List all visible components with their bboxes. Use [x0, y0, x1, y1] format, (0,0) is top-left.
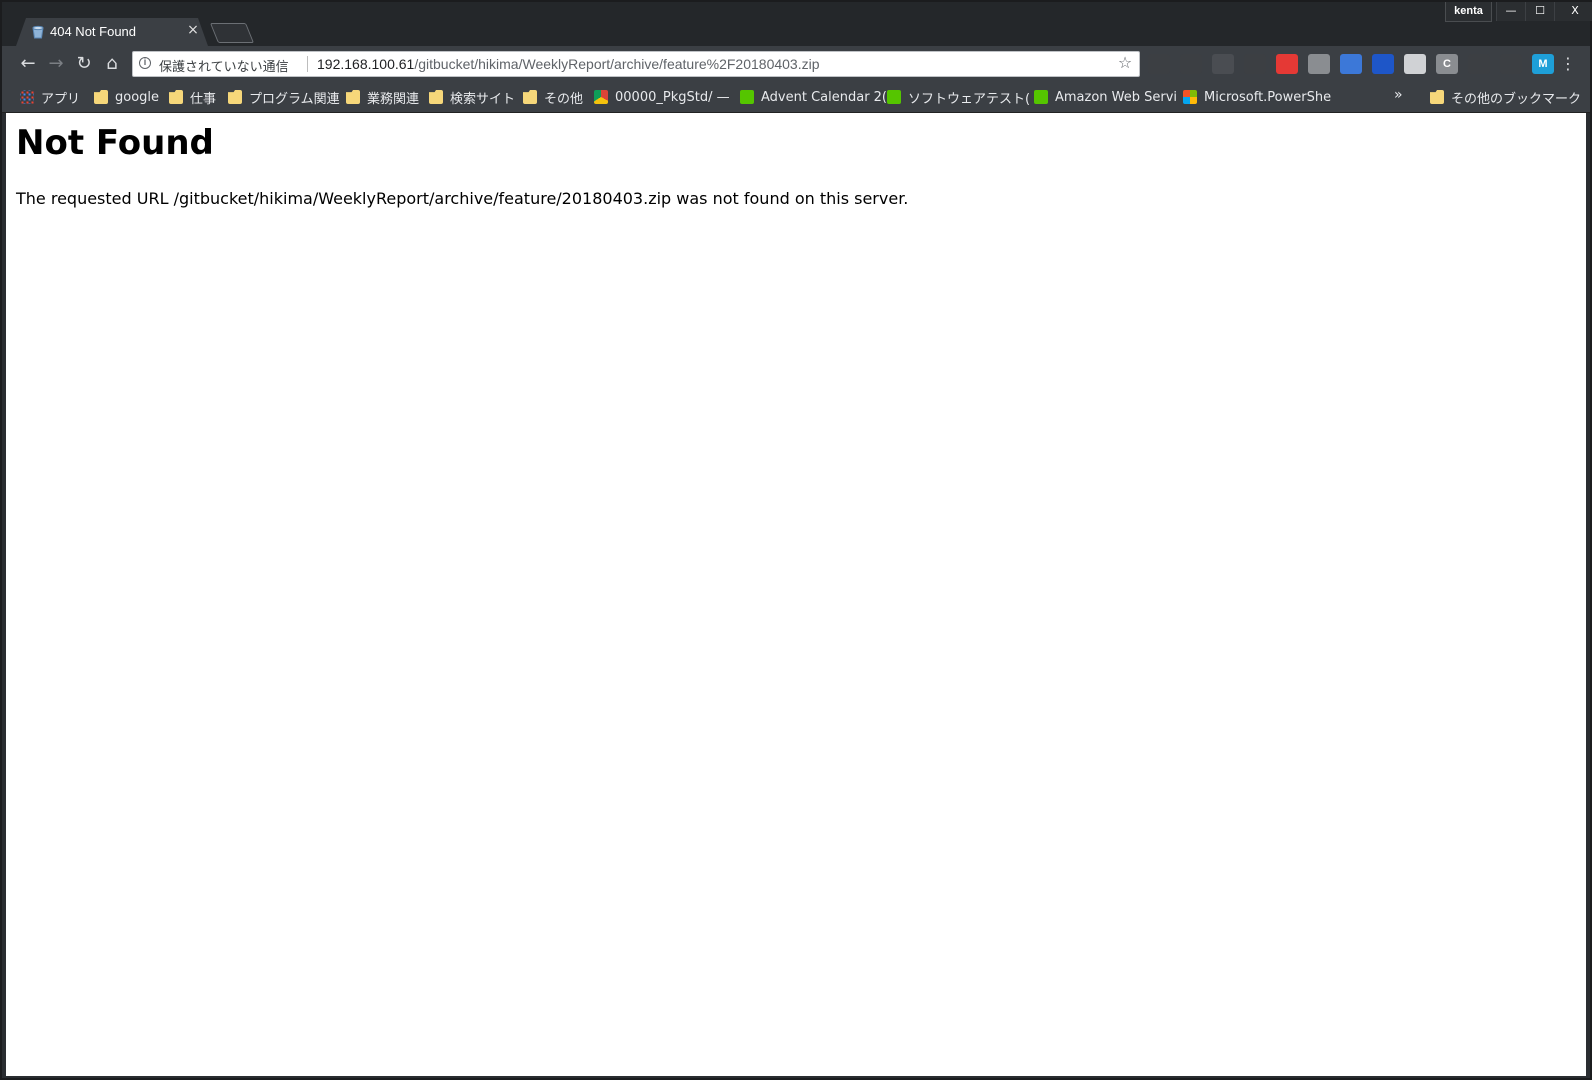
ext-13-icon[interactable]: M — [1532, 54, 1554, 74]
bookmark-item[interactable]: ソフトウェアテスト( — [887, 87, 1030, 107]
bookmark-item[interactable]: その他 — [523, 87, 583, 107]
info-icon[interactable]: i — [139, 57, 151, 69]
bookmark-label: ソフトウェアテスト( — [908, 91, 1031, 107]
ext-8-icon[interactable] — [1372, 54, 1394, 74]
window-controls: — ☐ X — [1496, 2, 1592, 21]
bookmark-label: Amazon Web Servi — [1055, 89, 1178, 105]
bookmarks-bar: » その他のブックマーク アプリ google 仕事 プログラム関連 業務関連 検索サイト… — [2, 82, 1590, 113]
page-heading: Not Found — [16, 123, 214, 163]
profile-button[interactable]: kenta — [1445, 2, 1492, 22]
back-icon[interactable]: ← — [16, 52, 40, 76]
url-text[interactable]: 192.168.100.61/gitbucket/hikima/WeeklyRe… — [317, 56, 820, 72]
bookmark-item[interactable]: プログラム関連 — [228, 87, 340, 107]
page-content: Not Found The requested URL /gitbucket/h… — [6, 113, 1586, 1076]
tab-close-icon[interactable]: × — [184, 21, 202, 39]
bookmark-label: その他のブックマーク — [1451, 91, 1582, 107]
folder-icon — [346, 90, 360, 104]
menu-icon[interactable]: ⋮ — [1560, 52, 1576, 76]
qiita-icon — [887, 90, 901, 104]
bookmark-label: その他 — [544, 91, 584, 107]
url-host: 192.168.100.61 — [317, 56, 415, 72]
folder-icon — [429, 90, 443, 104]
bookmark-item[interactable]: Amazon Web Servi — [1034, 87, 1177, 107]
bookmarks-overflow-icon[interactable]: » — [1394, 87, 1403, 103]
ext-11-icon[interactable] — [1468, 54, 1490, 74]
folder-icon — [169, 90, 183, 104]
ext-5-icon[interactable] — [1276, 54, 1298, 74]
security-status: 保護されていない通信 — [159, 60, 289, 75]
other-bookmarks-folder[interactable]: その他のブックマーク — [1430, 87, 1581, 107]
ext-2-icon[interactable] — [1180, 54, 1202, 74]
bookmark-item[interactable]: 仕事 — [169, 87, 216, 107]
bookmark-label: google — [115, 89, 160, 105]
new-tab-button[interactable] — [209, 23, 255, 43]
bookmark-label: Microsoft.PowerShe — [1204, 89, 1332, 105]
url-path: /gitbucket/hikima/WeeklyReport/archive/f… — [414, 56, 820, 72]
bookmark-item[interactable]: アプリ — [20, 87, 80, 107]
bookmark-item[interactable]: 検索サイト — [429, 87, 515, 107]
bookmark-item[interactable]: google — [94, 87, 159, 107]
ext-1-icon[interactable] — [1148, 54, 1170, 74]
minimize-button[interactable]: — — [1496, 2, 1525, 21]
ext-6-icon[interactable] — [1308, 54, 1330, 74]
microsoft-icon — [1183, 90, 1197, 104]
bookmark-star-icon[interactable]: ☆ — [1115, 53, 1135, 73]
reload-icon[interactable]: ↻ — [72, 52, 96, 76]
bookmark-item[interactable]: Microsoft.PowerShe — [1183, 87, 1331, 107]
ext-12-icon[interactable] — [1500, 54, 1522, 74]
folder-icon — [1430, 90, 1444, 104]
bookmark-label: 00000_PkgStd/ — — [615, 89, 730, 105]
folder-icon — [523, 90, 537, 104]
qiita-icon — [740, 90, 754, 104]
chrome-icon — [594, 90, 608, 104]
error-message: The requested URL /gitbucket/hikima/Week… — [16, 189, 909, 208]
bookmark-label: 仕事 — [190, 91, 217, 107]
apps-grid-icon — [20, 90, 34, 104]
bookmark-item[interactable]: 業務関連 — [346, 87, 419, 107]
bookmark-label: 検索サイト — [450, 91, 516, 107]
bookmark-item[interactable]: Advent Calendar 2( — [740, 87, 887, 107]
close-window-button[interactable]: X — [1554, 2, 1592, 21]
bookmark-label: プログラム関連 — [249, 91, 340, 107]
gitbucket-icon — [30, 24, 46, 40]
ext-7-icon[interactable] — [1340, 54, 1362, 74]
toolbar: ← → ↻ ⌂ i 保護されていない通信 192.168.100.61/gitb… — [2, 46, 1590, 82]
folder-icon — [94, 90, 108, 104]
bookmark-label: Advent Calendar 2( — [761, 89, 888, 105]
extensions-area: CM — [1148, 54, 1554, 74]
ext-10-icon[interactable]: C — [1436, 54, 1458, 74]
forward-icon[interactable]: → — [44, 52, 68, 76]
maximize-button[interactable]: ☐ — [1525, 2, 1554, 21]
tab-title: 404 Not Found — [50, 24, 137, 39]
title-bar: 404 Not Found × kenta — ☐ X — [2, 2, 1592, 46]
ext-4-icon[interactable] — [1244, 54, 1266, 74]
address-bar[interactable]: i 保護されていない通信 192.168.100.61/gitbucket/hi… — [132, 51, 1140, 77]
ext-9-icon[interactable] — [1404, 54, 1426, 74]
ext-3-icon[interactable] — [1212, 54, 1234, 74]
bookmark-label: アプリ — [41, 91, 81, 107]
bookmark-item[interactable]: 00000_PkgStd/ — — [594, 87, 730, 107]
browser-window: 404 Not Found × kenta — ☐ X ← → ↻ ⌂ i 保護… — [0, 0, 1592, 1080]
tab-active[interactable]: 404 Not Found × — [16, 18, 208, 46]
omnibox-divider — [307, 56, 308, 72]
folder-icon — [228, 90, 242, 104]
home-icon[interactable]: ⌂ — [100, 52, 124, 76]
bookmark-label: 業務関連 — [367, 91, 420, 107]
qiita-icon — [1034, 90, 1048, 104]
